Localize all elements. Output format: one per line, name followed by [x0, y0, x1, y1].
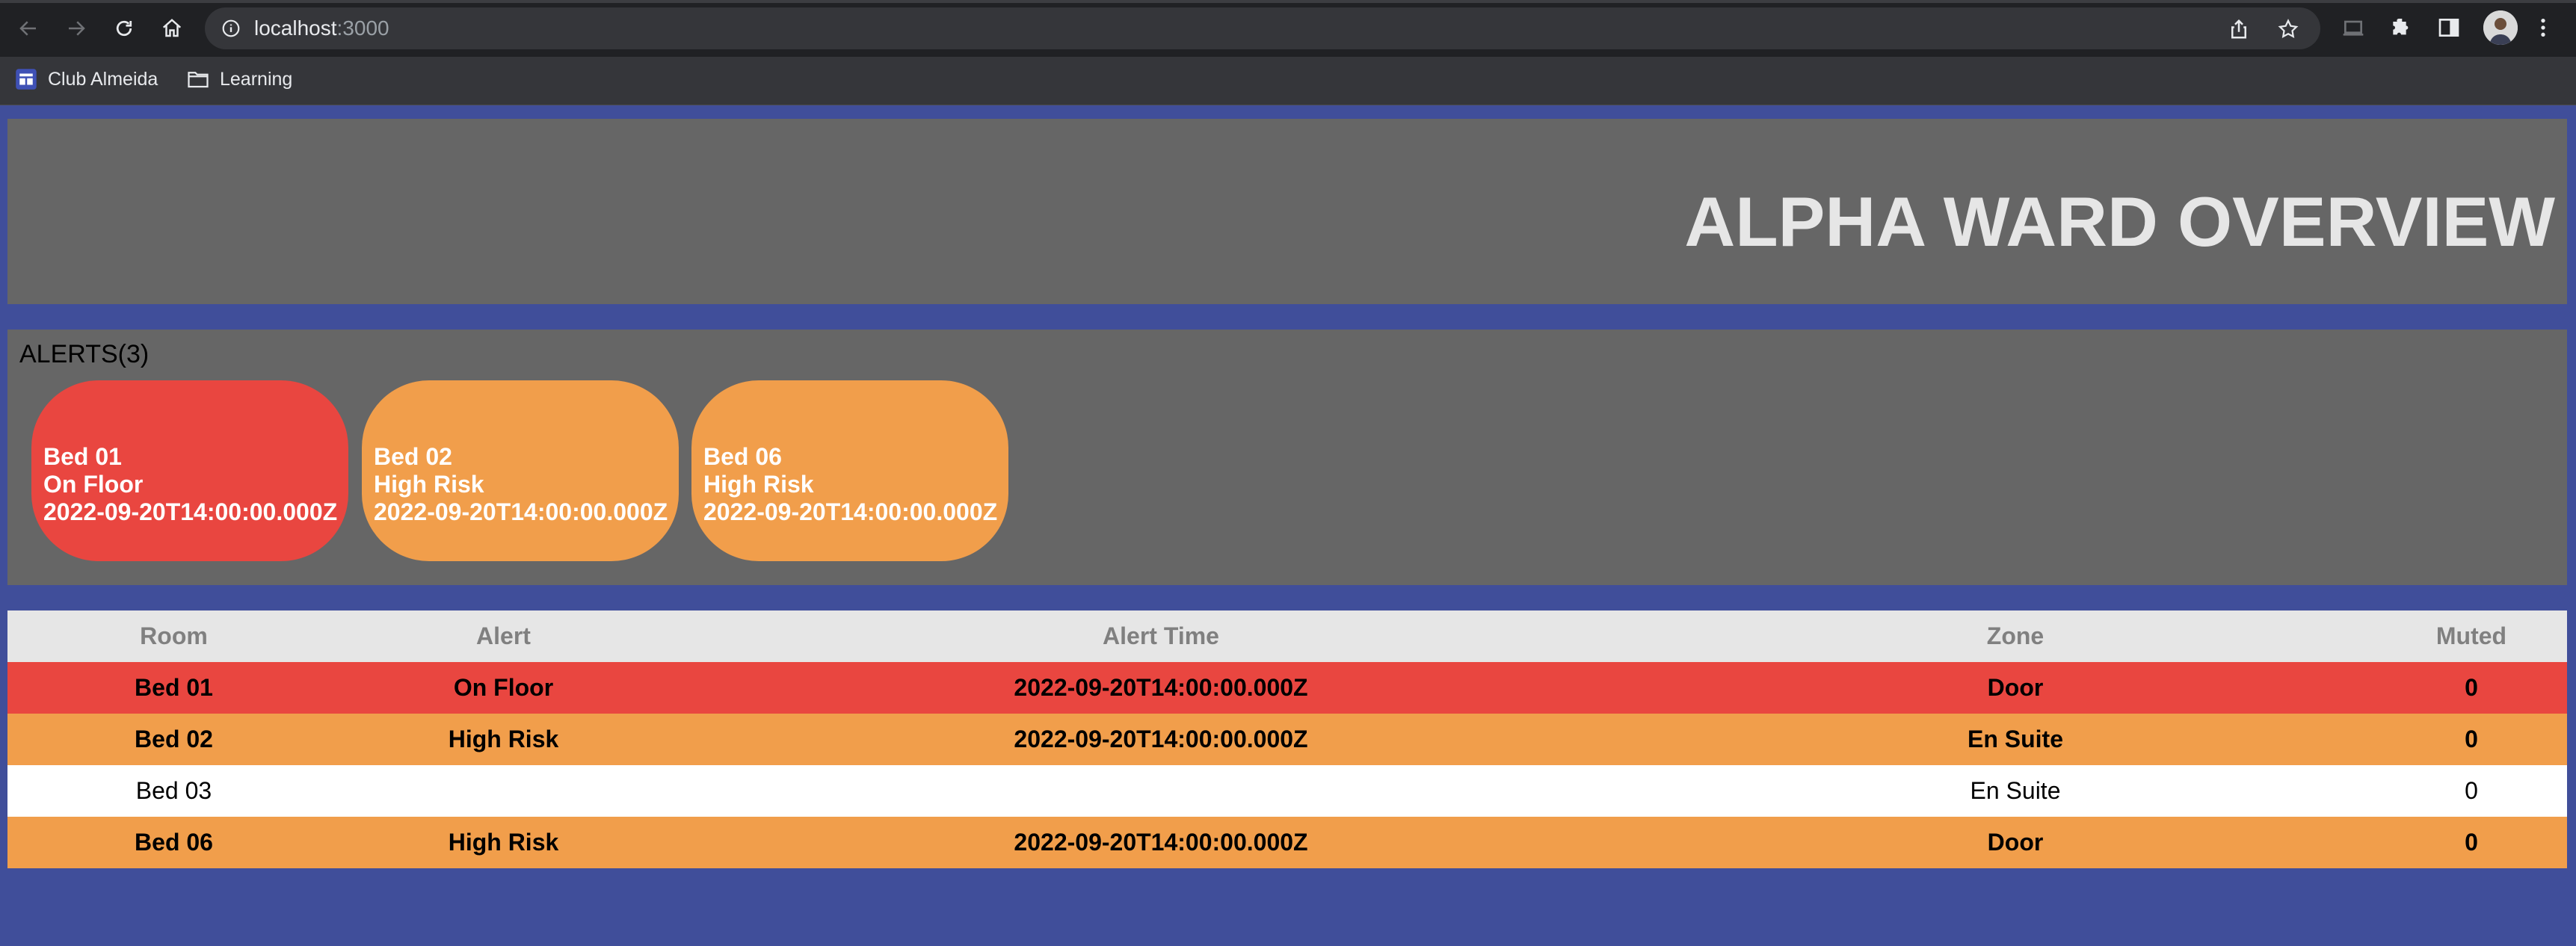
column-header-alert[interactable]: Alert: [340, 610, 667, 662]
club-almeida-favicon-icon: [16, 69, 37, 90]
table-row[interactable]: Bed 03 En Suite 0: [7, 765, 2567, 817]
beds-table: Room Alert Alert Time Zone Muted Bed 01 …: [7, 610, 2567, 868]
alert-card-bed-02[interactable]: Bed 02 High Risk 2022-09-20T14:00:00.000…: [362, 380, 679, 561]
cell-muted: 0: [2376, 662, 2567, 714]
more-vertical-icon[interactable]: [2531, 16, 2555, 40]
alert-card-bed: Bed 01: [43, 443, 122, 470]
beds-table-container: Room Alert Alert Time Zone Muted Bed 01 …: [7, 610, 2567, 868]
cell-room: Bed 02: [7, 714, 340, 765]
bookmark-learning[interactable]: Learning: [187, 64, 292, 94]
alert-card-time: 2022-09-20T14:00:00.000Z: [374, 498, 668, 525]
header-panel: ALPHA WARD OVERVIEW: [7, 119, 2567, 304]
page-title: ALPHA WARD OVERVIEW: [1684, 182, 2555, 261]
bookmark-star-icon[interactable]: [2277, 18, 2299, 40]
profile-avatar[interactable]: [2483, 10, 2518, 45]
share-icon[interactable]: [2228, 18, 2250, 40]
alert-card-bed-01[interactable]: Bed 01 On Floor 2022-09-20T14:00:00.000Z: [31, 380, 348, 561]
url-port: :3000: [336, 16, 389, 40]
column-header-zone[interactable]: Zone: [1655, 610, 2376, 662]
profile-photo-icon: [2483, 10, 2518, 45]
arrow-right-icon: [69, 21, 85, 36]
alerts-panel: ALERTS(3) Bed 01 On Floor 2022-09-20T14:…: [7, 330, 2567, 585]
url-text[interactable]: localhost:3000: [254, 16, 389, 40]
table-row[interactable]: Bed 02 High Risk 2022-09-20T14:00:00.000…: [7, 714, 2567, 765]
alert-card-bed-06[interactable]: Bed 06 High Risk 2022-09-20T14:00:00.000…: [691, 380, 1008, 561]
home-button[interactable]: [157, 13, 187, 43]
extensions-puzzle-icon[interactable]: [2389, 16, 2413, 40]
cell-zone: Door: [1655, 662, 2376, 714]
cell-zone: En Suite: [1655, 714, 2376, 765]
ward-page: ALPHA WARD OVERVIEW ALERTS(3) Bed 01 On …: [0, 105, 2576, 946]
cell-zone: En Suite: [1655, 765, 2376, 817]
cell-alert-time: 2022-09-20T14:00:00.000Z: [667, 817, 1655, 868]
arrow-left-icon: [19, 21, 36, 36]
bookmark-club-almeida[interactable]: Club Almeida: [15, 64, 158, 94]
cell-alert: High Risk: [340, 714, 667, 765]
alert-card-time: 2022-09-20T14:00:00.000Z: [43, 498, 338, 525]
alert-card-type: High Risk: [374, 471, 484, 498]
side-panel-icon[interactable]: [2437, 16, 2461, 40]
bookmark-label: Club Almeida: [48, 68, 158, 90]
url-host: localhost: [254, 16, 337, 40]
column-header-alert-time[interactable]: Alert Time: [667, 610, 1655, 662]
browser-toolbar: localhost:3000: [0, 0, 2576, 57]
cell-muted: 0: [2376, 765, 2567, 817]
alert-card-bed: Bed 02: [374, 443, 452, 470]
cell-alert: On Floor: [340, 662, 667, 714]
cell-alert: [340, 765, 667, 817]
cell-muted: 0: [2376, 714, 2567, 765]
cast-icon[interactable]: [2341, 16, 2365, 40]
cell-zone: Door: [1655, 817, 2376, 868]
tab-strip-edge: [0, 0, 2576, 3]
home-icon: [162, 19, 182, 37]
forward-button[interactable]: [61, 13, 91, 43]
cell-alert: High Risk: [340, 817, 667, 868]
back-button[interactable]: [13, 13, 43, 43]
address-bar[interactable]: localhost:3000: [205, 7, 2320, 49]
alert-card-type: High Risk: [703, 471, 814, 498]
cell-alert-time: 2022-09-20T14:00:00.000Z: [667, 662, 1655, 714]
cell-alert-time: 2022-09-20T14:00:00.000Z: [667, 714, 1655, 765]
alerts-heading: ALERTS(3): [19, 340, 150, 368]
table-row[interactable]: Bed 01 On Floor 2022-09-20T14:00:00.000Z…: [7, 662, 2567, 714]
bookmarks-bar: Club Almeida Learning: [0, 57, 2576, 105]
column-header-muted[interactable]: Muted: [2376, 610, 2567, 662]
reload-button[interactable]: [109, 13, 139, 43]
alert-card-bed: Bed 06: [703, 443, 782, 470]
bookmark-label: Learning: [220, 68, 293, 90]
cell-alert-time: [667, 765, 1655, 817]
table-row[interactable]: Bed 06 High Risk 2022-09-20T14:00:00.000…: [7, 817, 2567, 868]
cell-muted: 0: [2376, 817, 2567, 868]
folder-icon: [188, 72, 209, 88]
alert-card-type: On Floor: [43, 471, 144, 498]
table-header-row: Room Alert Alert Time Zone Muted: [7, 610, 2567, 662]
column-header-room[interactable]: Room: [7, 610, 340, 662]
cell-room: Bed 03: [7, 765, 340, 817]
cell-room: Bed 06: [7, 817, 340, 868]
site-info-icon[interactable]: [221, 19, 241, 38]
reload-icon: [116, 20, 132, 37]
cell-room: Bed 01: [7, 662, 340, 714]
alert-card-time: 2022-09-20T14:00:00.000Z: [703, 498, 998, 525]
